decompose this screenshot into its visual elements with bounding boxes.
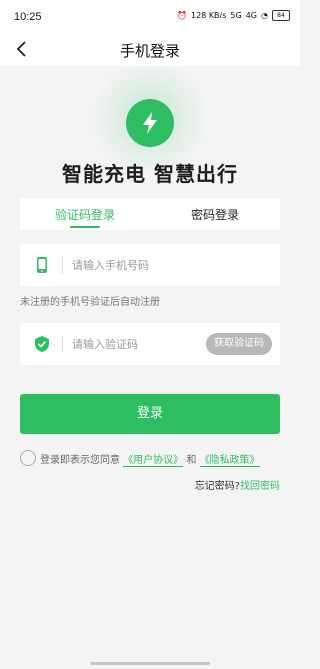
wifi-icon: ◔ [261,11,268,20]
alarm-icon: ⏰ [177,11,187,20]
get-code-button[interactable]: 获取验证码 [206,333,272,355]
phone-field [20,244,280,286]
agreement-text: 登录即表示您同意 《用户协议》 和 《隐私政策》 [40,451,260,467]
forgot-password: 忘记密码?找回密码 [195,477,280,492]
user-agreement-link[interactable]: 《用户协议》 [123,455,184,467]
agreement-checkbox[interactable] [20,450,36,466]
verification-code-input[interactable] [72,334,212,354]
net-speed: 128 KB/s [191,11,227,20]
login-button[interactable]: 登录 [20,394,280,434]
privacy-policy-link[interactable]: 《隐私政策》 [199,455,260,467]
home-indicator[interactable] [90,662,210,665]
battery-icon: 84 [272,10,290,21]
code-field: 获取验证码 [20,323,280,365]
shield-check-icon [35,336,49,352]
forgot-password-text: 忘记密码? [194,481,240,492]
lightning-bolt-icon [143,112,157,134]
app-logo [126,99,174,147]
tab-password-login[interactable]: 密码登录 [150,206,280,223]
active-tab-indicator [70,226,100,228]
register-hint: 未注册的手机号验证后自动注册 [20,297,160,308]
agreement-row: 登录即表示您同意 《用户协议》 和 《隐私政策》 [20,449,290,467]
phone-input[interactable] [72,255,212,275]
phone-icon [37,257,47,273]
login-tabs: 验证码登录 密码登录 [20,198,280,230]
agreement-and: 和 [186,455,197,466]
agreement-prefix: 登录即表示您同意 [40,455,120,466]
signal-5g: 5G [230,11,242,20]
status-time: 10:25 [14,11,42,23]
slogan: 智能充电 智慧出行 [62,162,238,186]
status-icons: ⏰ 128 KB/s 5G 4G ◔ 84 [177,10,290,21]
tab-sms-login[interactable]: 验证码登录 [20,206,150,223]
signal-4g: 4G [245,11,258,20]
field-divider [62,335,63,353]
recover-password-link[interactable]: 找回密码 [240,481,280,492]
field-divider [62,256,63,274]
status-bar: 10:25 ⏰ 128 KB/s 5G 4G ◔ 84 [0,0,300,34]
